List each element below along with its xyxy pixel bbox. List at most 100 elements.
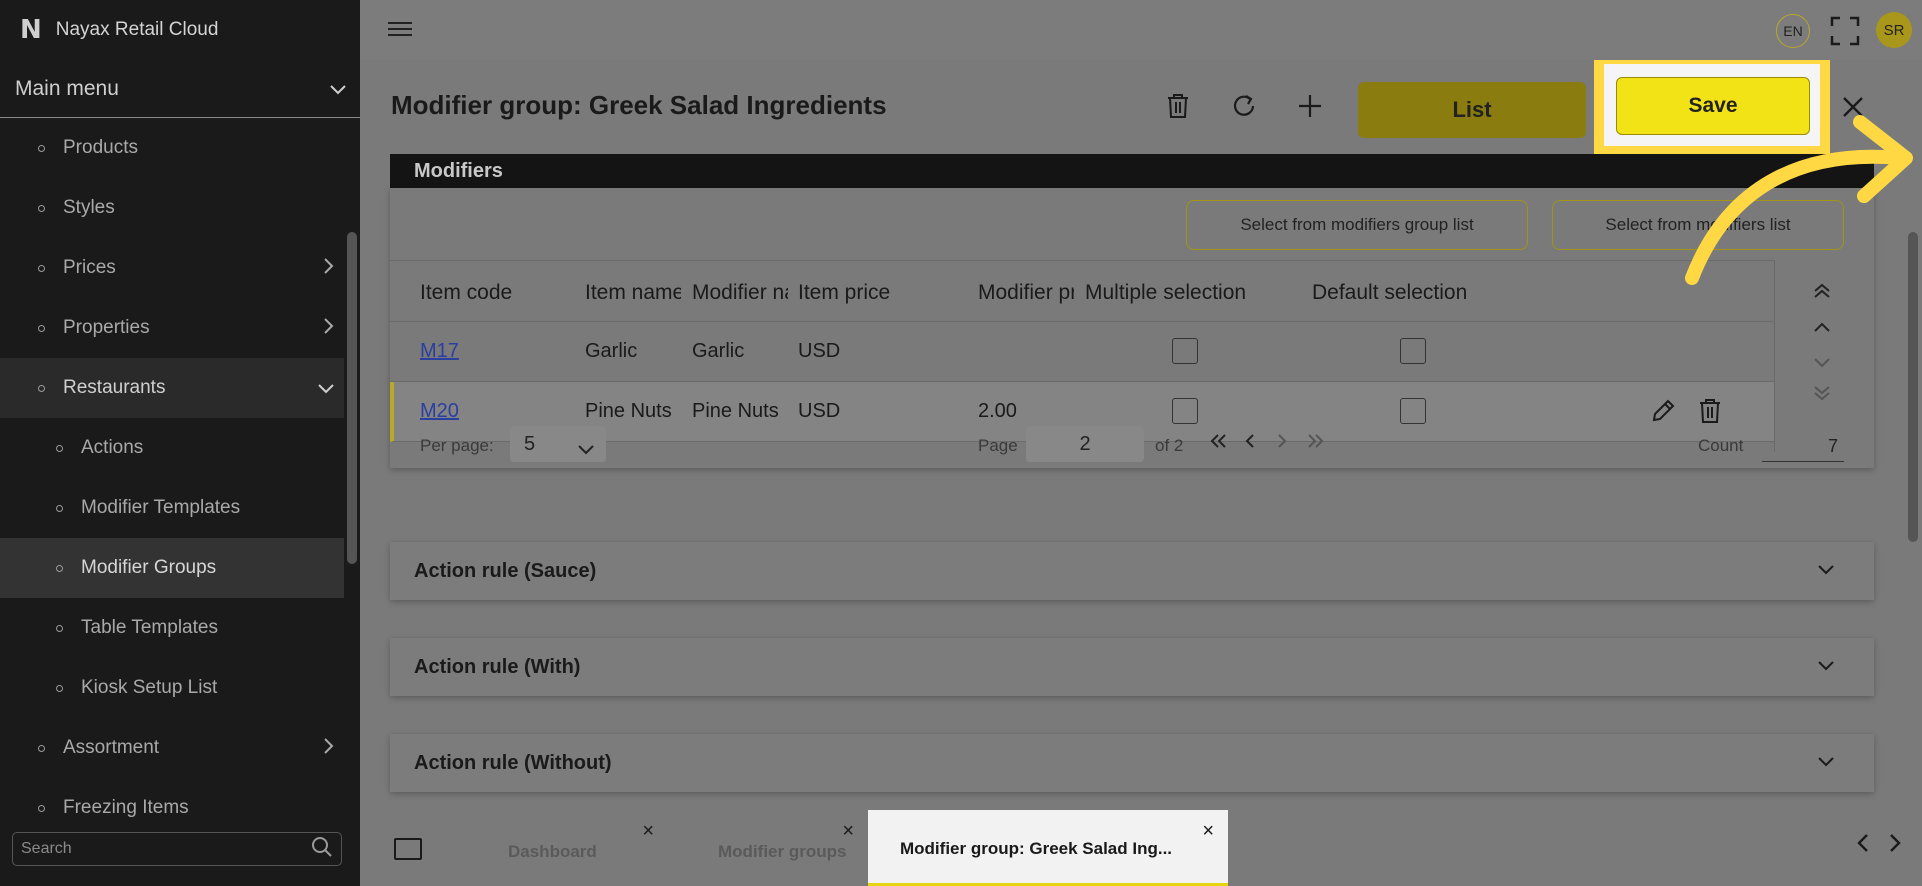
sidebar-menu-list: Products Styles Prices Properties Restau… xyxy=(0,118,344,818)
sidebar-search-input[interactable]: Search xyxy=(12,832,342,866)
delete-icon[interactable] xyxy=(1162,90,1194,122)
bullet-icon xyxy=(38,204,45,212)
multiple-selection-checkbox[interactable] xyxy=(1172,398,1198,424)
sidebar-item-label: Modifier Groups xyxy=(81,557,217,578)
move-down-icon[interactable] xyxy=(1813,352,1831,375)
default-selection-checkbox[interactable] xyxy=(1400,338,1426,364)
tab-label: Modifier group: Greek Salad Ing... xyxy=(900,839,1173,858)
search-icon xyxy=(311,836,333,863)
bullet-icon xyxy=(56,504,63,512)
sidebar-item-label: Assortment xyxy=(63,737,160,758)
pagination: Per page: 5 Page 2 of 2 Count 7 xyxy=(390,422,1874,468)
sidebar-item-label: Table Templates xyxy=(81,617,218,638)
close-tab-icon[interactable]: × xyxy=(1202,820,1214,843)
column-header[interactable]: Modifier price xyxy=(978,281,1074,305)
item-price-cell: USD xyxy=(798,400,841,422)
column-header[interactable]: Modifier name xyxy=(692,281,788,305)
multiple-selection-checkbox[interactable] xyxy=(1172,338,1198,364)
prev-page-icon[interactable] xyxy=(1244,432,1256,455)
accordion-action-rule-with[interactable]: Action rule (With) xyxy=(390,638,1874,696)
bullet-icon xyxy=(56,564,63,572)
language-selector[interactable]: EN xyxy=(1776,14,1810,48)
sidebar-item-modifier-templates[interactable]: Modifier Templates xyxy=(0,478,344,538)
main-menu-toggle[interactable]: Main menu xyxy=(0,60,360,118)
column-header[interactable]: Item price xyxy=(798,281,968,305)
sidebar-item-label: Kiosk Setup List xyxy=(81,677,218,698)
sidebar-item-products[interactable]: Products xyxy=(0,118,344,178)
item-code-link[interactable]: M17 xyxy=(420,340,459,363)
user-avatar[interactable]: SR xyxy=(1876,12,1912,48)
accordion-action-rule-without[interactable]: Action rule (Without) xyxy=(390,734,1874,792)
list-button[interactable]: List xyxy=(1358,82,1586,138)
hamburger-menu-icon[interactable] xyxy=(388,18,412,42)
windows-icon[interactable] xyxy=(394,838,422,860)
sidebar-item-label: Freezing Items xyxy=(63,797,189,818)
bullet-icon xyxy=(56,444,63,452)
sidebar: N Nayax Retail Cloud Main menu Products … xyxy=(0,0,360,886)
sidebar-item-label: Styles xyxy=(63,197,115,218)
default-selection-checkbox[interactable] xyxy=(1400,398,1426,424)
accordion-title: Action rule (With) xyxy=(414,655,581,678)
sidebar-item-styles[interactable]: Styles xyxy=(0,178,344,238)
modifier-name-cell: Garlic xyxy=(692,340,745,362)
fullscreen-icon[interactable] xyxy=(1830,16,1860,46)
move-up-icon[interactable] xyxy=(1813,316,1831,339)
modifier-name-cell: Pine Nuts xyxy=(692,400,779,422)
column-header[interactable]: Default selection xyxy=(1312,281,1532,305)
select-from-group-list-button[interactable]: Select from modifiers group list xyxy=(1186,200,1528,250)
sidebar-item-kiosk-setup-list[interactable]: Kiosk Setup List xyxy=(0,658,344,718)
count-value: 7 xyxy=(1762,432,1844,462)
page-label: Page xyxy=(978,436,1018,455)
chevron-right-icon xyxy=(324,317,334,339)
tab-label: Modifier groups xyxy=(718,842,847,861)
tab-dashboard[interactable]: Dashboard × xyxy=(458,810,668,886)
main-menu-label: Main menu xyxy=(15,76,119,100)
accordion-action-rule-sauce[interactable]: Action rule (Sauce) xyxy=(390,542,1874,600)
next-page-icon[interactable] xyxy=(1276,432,1288,455)
brand[interactable]: N Nayax Retail Cloud xyxy=(0,0,360,60)
bullet-icon xyxy=(56,684,63,692)
first-page-icon[interactable] xyxy=(1210,432,1228,455)
last-page-icon[interactable] xyxy=(1306,432,1324,455)
bullet-icon xyxy=(38,384,45,392)
sidebar-item-actions[interactable]: Actions xyxy=(0,418,344,478)
refresh-icon[interactable] xyxy=(1228,90,1260,122)
edit-pencil-icon[interactable] xyxy=(1650,398,1676,424)
close-tab-icon[interactable]: × xyxy=(642,820,654,843)
add-icon[interactable] xyxy=(1294,90,1326,122)
sidebar-item-label: Properties xyxy=(63,317,150,338)
close-tab-icon[interactable]: × xyxy=(842,820,854,843)
sidebar-scrollbar[interactable] xyxy=(347,232,357,564)
sidebar-item-freezing-items[interactable]: Freezing Items xyxy=(0,778,344,818)
table-row[interactable]: M17 Garlic Garlic USD xyxy=(390,322,1774,382)
modifiers-section-header[interactable]: Modifiers xyxy=(390,154,1874,188)
count-label: Count xyxy=(1698,436,1744,455)
item-price-cell: USD xyxy=(798,340,841,362)
bullet-icon xyxy=(38,744,45,752)
per-page-value: 5 xyxy=(524,432,536,455)
tab-modifier-group-detail[interactable]: Modifier group: Greek Salad Ing... × xyxy=(868,810,1228,886)
page-number-input[interactable]: 2 xyxy=(1026,426,1144,462)
brand-name: Nayax Retail Cloud xyxy=(55,19,219,40)
tabs-prev-icon[interactable] xyxy=(1856,832,1870,860)
chevron-down-icon xyxy=(1818,754,1834,772)
column-header[interactable]: Multiple selection xyxy=(1085,281,1305,305)
sidebar-item-table-templates[interactable]: Table Templates xyxy=(0,598,344,658)
modifiers-panel: Select from modifiers group list Select … xyxy=(390,188,1874,468)
column-header[interactable]: Item code xyxy=(420,281,570,305)
sidebar-item-prices[interactable]: Prices xyxy=(0,238,344,298)
tabs-next-icon[interactable] xyxy=(1888,832,1902,860)
sidebar-item-restaurants[interactable]: Restaurants xyxy=(0,358,344,418)
chevron-down-icon xyxy=(578,438,594,461)
delete-row-icon[interactable] xyxy=(1698,398,1724,424)
per-page-select[interactable]: 5 xyxy=(510,426,606,462)
sidebar-item-assortment[interactable]: Assortment xyxy=(0,718,344,778)
sidebar-item-modifier-groups[interactable]: Modifier Groups xyxy=(0,538,344,598)
nayax-logo-icon: N xyxy=(20,15,42,45)
chevron-right-icon xyxy=(324,737,334,759)
move-bottom-icon[interactable] xyxy=(1813,384,1831,407)
item-code-link[interactable]: M20 xyxy=(420,400,459,423)
tab-modifier-groups[interactable]: Modifier groups × xyxy=(668,810,868,886)
sidebar-item-properties[interactable]: Properties xyxy=(0,298,344,358)
column-header[interactable]: Item name xyxy=(585,281,681,305)
